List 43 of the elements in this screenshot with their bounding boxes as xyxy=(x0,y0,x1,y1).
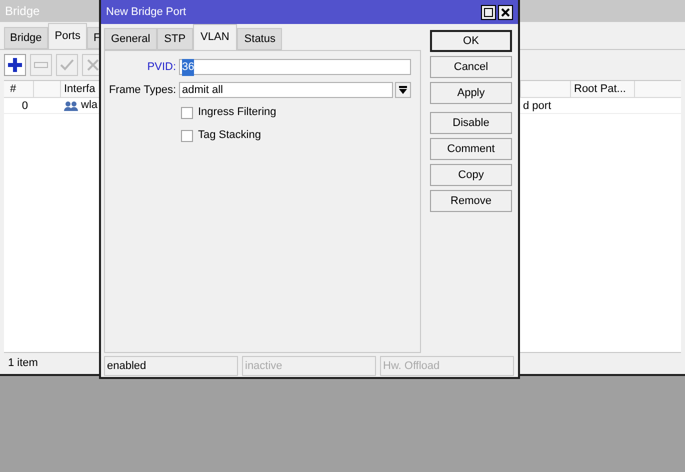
dialog-button[interactable]: Comment xyxy=(430,138,512,160)
minus-icon xyxy=(34,62,48,68)
dropdown-button[interactable] xyxy=(395,82,411,98)
close-button[interactable] xyxy=(498,4,513,20)
tab[interactable]: VLAN xyxy=(192,24,238,50)
checkbox-label: Tag Stacking xyxy=(198,128,261,144)
dialog-button[interactable]: Copy xyxy=(430,164,512,186)
table-cell-text: 0 xyxy=(20,99,29,113)
field-label: PVID: xyxy=(146,60,177,75)
dialog-title: New Bridge Port xyxy=(106,4,186,20)
dialog-button[interactable]: OK xyxy=(430,30,512,52)
dialog-button[interactable]: Remove xyxy=(430,190,512,212)
close-icon xyxy=(501,8,510,16)
users-icon xyxy=(64,100,78,110)
dialog-button[interactable]: Disable xyxy=(430,112,512,134)
tab[interactable]: Bridge xyxy=(4,27,48,49)
checkbox[interactable] xyxy=(181,130,193,142)
tab[interactable]: Status xyxy=(237,28,282,50)
tab[interactable]: Ports xyxy=(48,23,88,49)
caret-icon xyxy=(399,86,407,94)
status-field: enabled xyxy=(104,356,238,376)
toolbar-button[interactable] xyxy=(4,54,26,76)
tab[interactable]: STP xyxy=(157,28,193,50)
cross-icon xyxy=(87,59,99,71)
status-field: inactive xyxy=(242,356,376,376)
column-header[interactable]: # xyxy=(4,81,34,97)
tab[interactable]: General xyxy=(104,28,158,50)
table-cell-text: wla xyxy=(81,98,98,114)
plus-icon xyxy=(8,58,22,72)
field-label: Frame Types: xyxy=(108,82,177,98)
maximize-icon xyxy=(484,8,493,16)
check-icon xyxy=(60,59,74,71)
checkbox[interactable] xyxy=(181,106,193,118)
column-header[interactable]: Root Pat... xyxy=(571,81,635,97)
status-field: Hw. Offload xyxy=(380,356,514,376)
status-text: 1 item xyxy=(8,356,38,372)
table-cell-text: d port xyxy=(522,99,552,113)
dialog-button[interactable]: Apply xyxy=(430,82,512,104)
dialog-button[interactable]: Cancel xyxy=(430,56,512,78)
pvid-field[interactable]: 36 xyxy=(179,59,411,76)
checkbox-label: Ingress Filtering xyxy=(198,105,276,120)
maximize-button[interactable] xyxy=(481,4,496,20)
frame-types-dropdown[interactable]: admit all xyxy=(179,82,393,98)
